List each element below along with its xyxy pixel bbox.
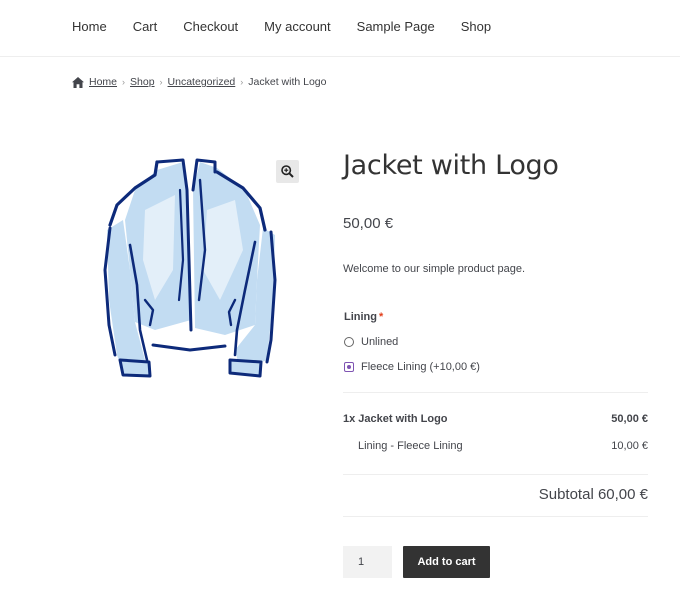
product-image[interactable] (95, 150, 295, 385)
breadcrumb-separator-icon: › (240, 77, 244, 87)
add-to-cart-button[interactable]: Add to cart (403, 546, 490, 578)
nav-item-checkout[interactable]: Checkout (183, 19, 238, 34)
product-title: Jacket with Logo (343, 150, 559, 181)
summary-item-row: 1x Jacket with Logo 50,00 € (343, 413, 648, 425)
summary-addon-price: 10,00 € (611, 440, 648, 452)
home-icon (72, 76, 84, 88)
breadcrumb-category-link[interactable]: Uncategorized (168, 76, 236, 88)
quantity-input[interactable]: 1 (343, 546, 392, 578)
nav-item-sample-page[interactable]: Sample Page (357, 19, 435, 34)
summary-item-price: 50,00 € (611, 413, 648, 425)
radio-fleece-lining[interactable] (344, 362, 354, 372)
option-unlined-label: Unlined (361, 336, 399, 348)
product-price: 50,00 € (343, 215, 394, 232)
nav-item-my-account[interactable]: My account (264, 19, 330, 34)
option-fleece-lining[interactable]: Fleece Lining (+10,00 €) (344, 361, 480, 373)
jacket-icon (103, 158, 277, 378)
breadcrumb-home-link[interactable]: Home (89, 76, 117, 88)
required-mark: * (379, 311, 384, 323)
breadcrumb-separator-icon: › (159, 77, 163, 87)
nav-item-cart[interactable]: Cart (133, 19, 158, 34)
summary-item-label: 1x Jacket with Logo (343, 413, 448, 425)
breadcrumb-shop-link[interactable]: Shop (130, 76, 155, 88)
summary-addon-label: Lining - Fleece Lining (358, 440, 463, 452)
breadcrumb: Home › Shop › Uncategorized › Jacket wit… (72, 76, 326, 88)
subtotal: Subtotal 60,00 € (538, 486, 648, 503)
lining-label-text: Lining (344, 311, 377, 323)
option-fleece-lining-label: Fleece Lining (+10,00 €) (361, 361, 480, 373)
lining-label: Lining * (344, 311, 383, 323)
product-description: Welcome to our simple product page. (343, 263, 525, 275)
main-navigation: Home Cart Checkout My account Sample Pag… (0, 0, 680, 57)
nav-item-shop[interactable]: Shop (461, 19, 491, 34)
radio-unlined[interactable] (344, 337, 354, 347)
breadcrumb-separator-icon: › (122, 77, 126, 87)
option-unlined[interactable]: Unlined (344, 336, 398, 348)
divider (343, 392, 648, 393)
zoom-button[interactable] (276, 160, 299, 183)
breadcrumb-current: Jacket with Logo (248, 76, 327, 88)
divider (343, 474, 648, 475)
divider (343, 516, 648, 517)
summary-addon-row: Lining - Fleece Lining 10,00 € (343, 440, 648, 452)
nav-item-home[interactable]: Home (72, 19, 107, 34)
zoom-icon (281, 165, 294, 178)
